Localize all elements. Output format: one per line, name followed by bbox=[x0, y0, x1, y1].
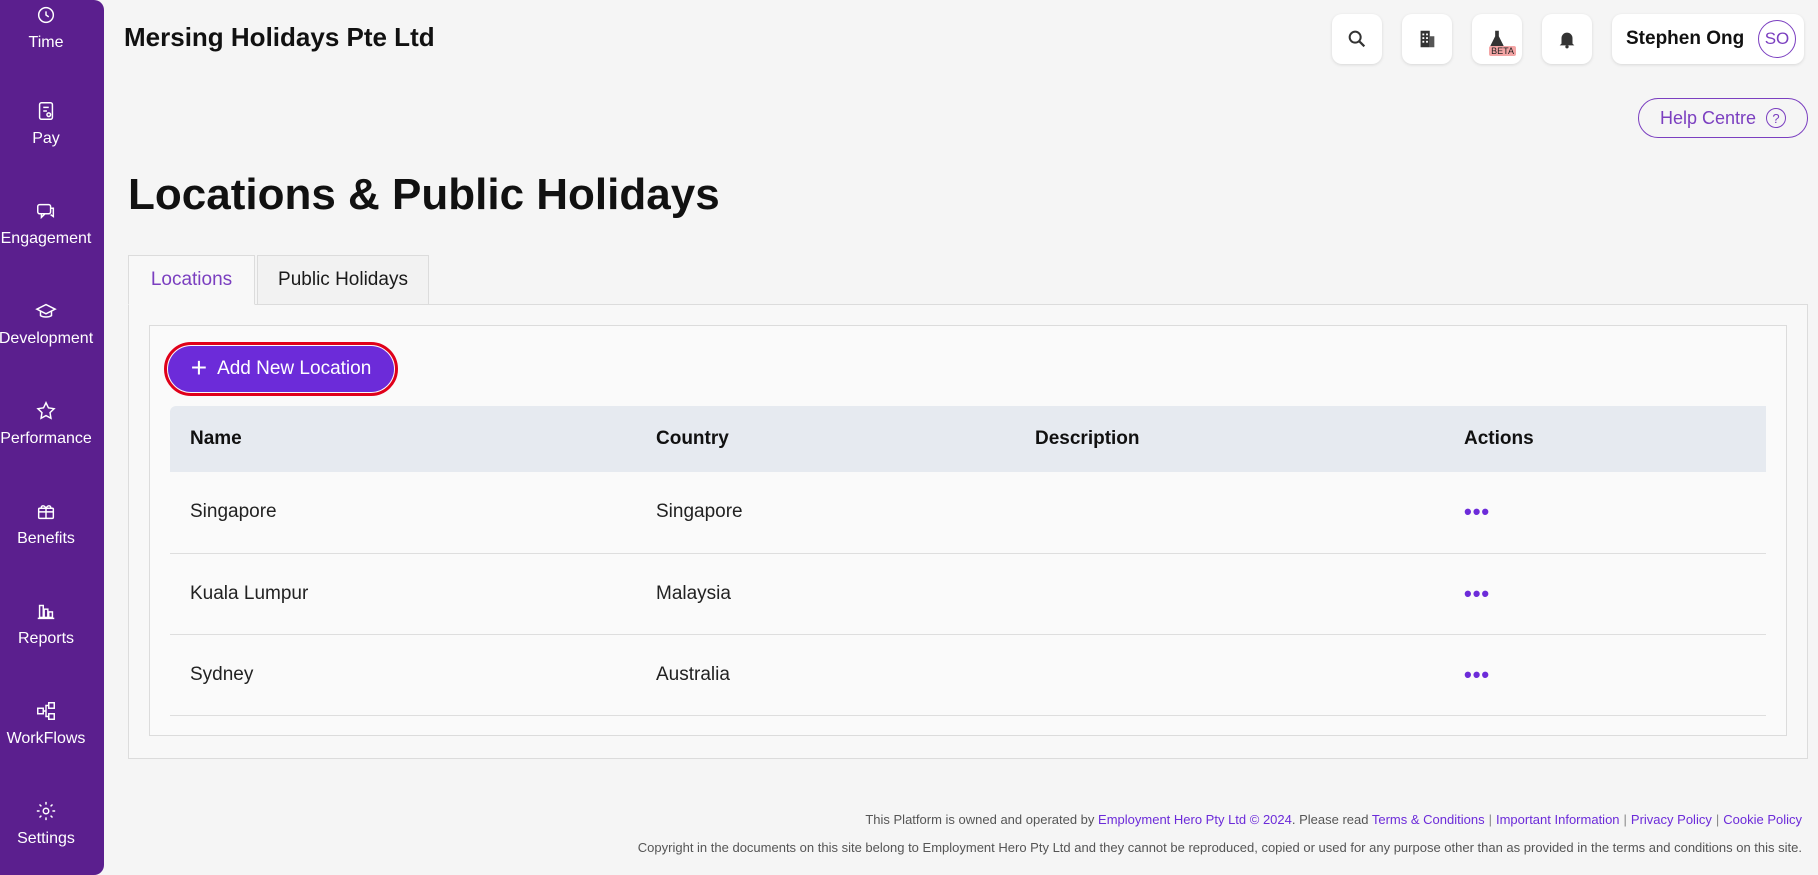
bar-chart-icon bbox=[33, 598, 59, 624]
sidebar-item-pay[interactable]: Pay bbox=[0, 98, 92, 148]
cell-name: Singapore bbox=[170, 472, 636, 554]
graduation-cap-icon bbox=[33, 298, 59, 324]
gear-icon bbox=[33, 798, 59, 824]
cell-country: Singapore bbox=[636, 472, 1015, 554]
avatar: SO bbox=[1758, 20, 1796, 58]
payslip-icon bbox=[33, 98, 59, 124]
footer-link-terms[interactable]: Terms & Conditions bbox=[1372, 812, 1485, 827]
sidebar-item-engagement[interactable]: Engagement bbox=[0, 198, 92, 248]
sidebar-item-label: Development bbox=[0, 330, 94, 347]
sidebar-item-label: WorkFlows bbox=[6, 730, 86, 747]
sidebar-item-label: Reports bbox=[17, 630, 75, 647]
footer-text: This Platform is owned and operated by bbox=[865, 812, 1099, 827]
sidebar-item-performance[interactable]: Performance bbox=[0, 398, 92, 448]
sidebar-item-label: Performance bbox=[0, 430, 92, 447]
table-row: Kuala Lumpur Malaysia ••• bbox=[170, 553, 1766, 635]
more-actions-icon[interactable]: ••• bbox=[1464, 662, 1490, 687]
footer-line-1: This Platform is owned and operated by E… bbox=[865, 812, 1802, 827]
cell-name: Kuala Lumpur bbox=[170, 553, 636, 635]
tab-public-holidays[interactable]: Public Holidays bbox=[257, 255, 429, 305]
footer-link-cookie[interactable]: Cookie Policy bbox=[1723, 812, 1802, 827]
tab-locations[interactable]: Locations bbox=[128, 255, 255, 305]
user-name: Stephen Ong bbox=[1626, 28, 1745, 49]
cell-name: Sydney bbox=[170, 634, 636, 716]
footer-copyright: Copyright in the documents on this site … bbox=[637, 840, 1802, 855]
sidebar-item-label: Engagement bbox=[0, 230, 92, 247]
footer-company-link[interactable]: Employment Hero Pty Ltd © 2024 bbox=[1098, 812, 1292, 827]
footer-divider: | bbox=[1623, 812, 1627, 827]
bell-icon bbox=[1559, 32, 1575, 49]
footer-link-important-info[interactable]: Important Information bbox=[1496, 812, 1620, 827]
help-centre-button[interactable]: Help Centre ? bbox=[1638, 98, 1808, 138]
table-row: Sydney Australia ••• bbox=[170, 634, 1766, 716]
footer-link-privacy[interactable]: Privacy Policy bbox=[1631, 812, 1712, 827]
sidebar-item-benefits[interactable]: Benefits bbox=[0, 498, 92, 548]
cell-description bbox=[1015, 472, 1444, 554]
page-title: Locations & Public Holidays bbox=[128, 170, 720, 219]
sidebar: Time Pay Engagement Development Performa… bbox=[0, 0, 104, 875]
footer-divider: | bbox=[1715, 812, 1720, 827]
cell-country: Malaysia bbox=[636, 553, 1015, 635]
sidebar-item-label: Time bbox=[28, 34, 64, 51]
company-name: Mersing Holidays Pte Ltd bbox=[124, 22, 435, 52]
sidebar-item-label: Settings bbox=[17, 830, 75, 847]
chat-icon bbox=[33, 198, 59, 224]
beta-badge: BETA bbox=[1489, 46, 1516, 56]
help-centre-label: Help Centre bbox=[1659, 107, 1757, 128]
sidebar-item-label: Benefits bbox=[17, 530, 75, 547]
table-header-row: Name Country Description Actions bbox=[170, 406, 1766, 472]
footer-divider: | bbox=[1488, 812, 1492, 827]
building-icon bbox=[1420, 30, 1435, 48]
cell-actions: ••• bbox=[1444, 553, 1766, 635]
add-new-location-label: Add New Location bbox=[217, 358, 372, 379]
search-icon bbox=[1348, 30, 1366, 48]
more-actions-icon[interactable]: ••• bbox=[1464, 499, 1490, 524]
locations-table: Name Country Description Actions Singapo… bbox=[170, 406, 1766, 716]
table-row: Singapore Singapore ••• bbox=[170, 472, 1766, 554]
notifications-button[interactable] bbox=[1542, 14, 1592, 64]
user-menu[interactable]: Stephen Ong SO bbox=[1612, 14, 1804, 64]
cell-country: Australia bbox=[636, 634, 1015, 716]
sidebar-item-development[interactable]: Development bbox=[0, 298, 94, 348]
cell-description bbox=[1015, 634, 1444, 716]
sidebar-item-workflows[interactable]: WorkFlows bbox=[0, 698, 92, 748]
sidebar-item-settings[interactable]: Settings bbox=[0, 798, 92, 848]
cell-actions: ••• bbox=[1444, 634, 1766, 716]
cell-actions: ••• bbox=[1444, 472, 1766, 554]
plus-icon: + bbox=[190, 351, 208, 383]
column-header-name[interactable]: Name bbox=[170, 406, 636, 472]
workflow-icon bbox=[33, 698, 59, 724]
search-button[interactable] bbox=[1332, 14, 1382, 64]
locations-card: + Add New Location Name Country Descript… bbox=[149, 325, 1787, 736]
question-icon: ? bbox=[1766, 108, 1787, 128]
column-header-country[interactable]: Country bbox=[636, 406, 1015, 472]
add-new-location-button[interactable]: + Add New Location bbox=[164, 342, 398, 396]
locations-panel: + Add New Location Name Country Descript… bbox=[128, 304, 1808, 759]
sidebar-item-time[interactable]: Time bbox=[0, 2, 92, 52]
column-header-actions: Actions bbox=[1464, 428, 1534, 449]
footer-text: . Please read bbox=[1291, 812, 1372, 827]
sidebar-item-label: Pay bbox=[32, 130, 60, 147]
more-actions-icon[interactable]: ••• bbox=[1464, 581, 1490, 606]
gift-icon bbox=[33, 498, 59, 524]
sidebar-item-reports[interactable]: Reports bbox=[0, 598, 92, 648]
beta-labs-button[interactable]: BETA bbox=[1472, 14, 1522, 64]
clock-money-icon bbox=[33, 2, 59, 28]
cell-description bbox=[1015, 553, 1444, 635]
star-icon bbox=[33, 398, 59, 424]
column-header-description[interactable]: Description bbox=[1015, 406, 1444, 472]
organisation-button[interactable] bbox=[1402, 14, 1452, 64]
